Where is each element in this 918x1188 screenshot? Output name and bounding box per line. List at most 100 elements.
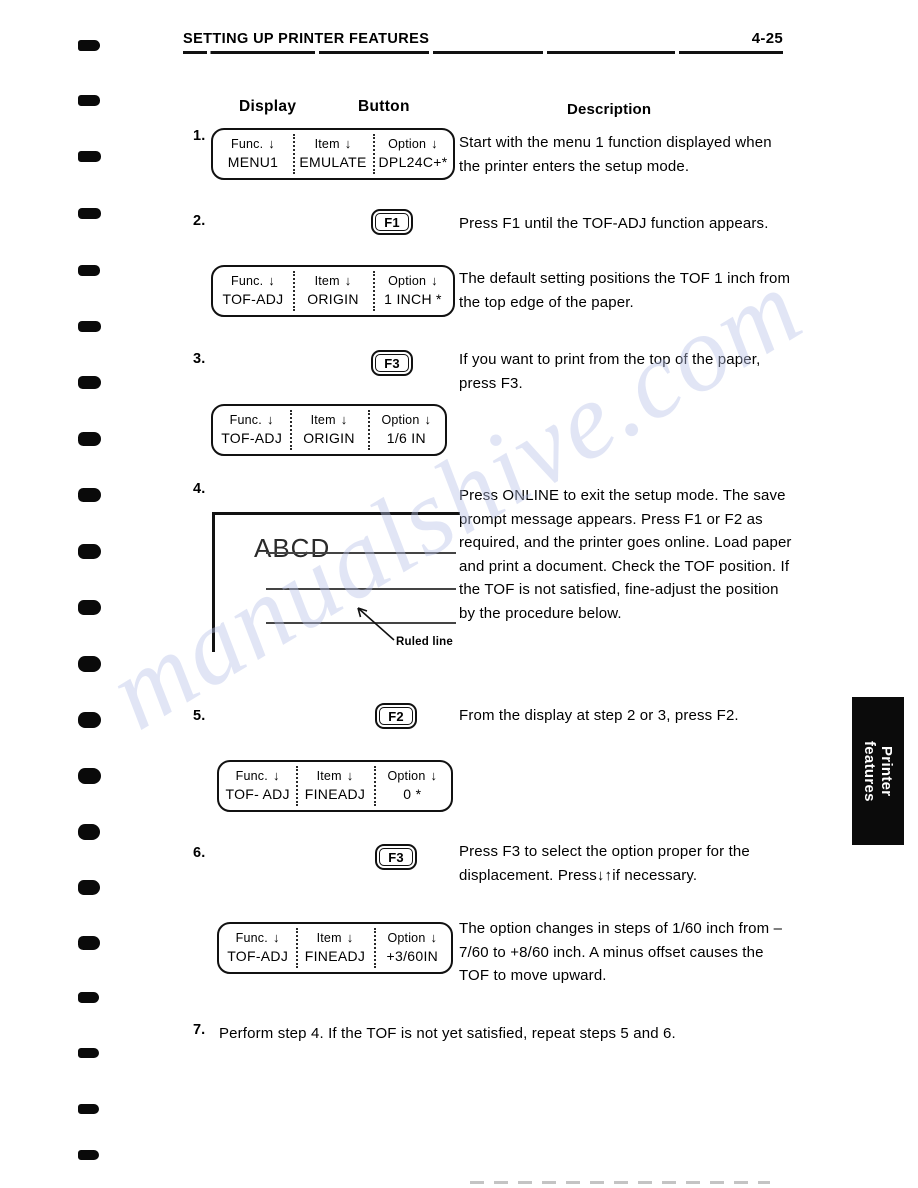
binding-hole-marks	[74, 28, 114, 1168]
lcd-display-step2: Func. ↓ TOF-ADJ Item ↓ ORIGIN Option ↓ 1…	[211, 265, 455, 317]
lcd-value-option: 1 INCH *	[384, 290, 442, 307]
step-description-7: Perform step 4. If the TOF is not yet sa…	[219, 1025, 676, 1042]
lcd-cell-item: Item ↓ FINEADJ	[296, 762, 373, 810]
lcd-label-option: Option ↓	[381, 413, 431, 427]
lcd-label-item: Item ↓	[317, 769, 354, 783]
lcd-label-func-text: Func.	[229, 412, 262, 427]
lcd-label-item-text: Item	[316, 768, 342, 783]
lcd-value-func: TOF- ADJ	[225, 785, 290, 802]
step-description-2: Press F1 until the TOF-ADJ function appe…	[459, 215, 769, 232]
column-heading-button: Button	[358, 98, 410, 115]
down-arrow-icon: ↓	[346, 767, 354, 783]
lcd-label-item: Item ↓	[315, 274, 352, 288]
down-arrow-icon: ↓	[272, 767, 280, 783]
step-description-5: From the display at step 2 or 3, press F…	[459, 707, 739, 724]
lcd-display-step3: Func. ↓ TOF-ADJ Item ↓ ORIGIN Option ↓ 1…	[211, 404, 447, 456]
down-arrow-icon: ↓	[431, 135, 438, 151]
step-number-3: 3.	[193, 351, 206, 367]
lcd-value-item: ORIGIN	[303, 429, 355, 446]
lcd-display-step1: Func. ↓ MENU1 Item ↓ EMULATE Option ↓ DP…	[211, 128, 455, 180]
lcd-label-item-text: Item	[316, 930, 342, 945]
lcd-label-item: Item ↓	[315, 137, 352, 151]
lcd-value-item: FINEADJ	[304, 785, 366, 802]
lcd-cell-func: Func. ↓ TOF-ADJ	[219, 924, 296, 972]
scanned-page: manualshive.com SETTING UP PRINTER FEATU…	[0, 0, 918, 1188]
lcd-label-option-text: Option	[388, 273, 427, 288]
lcd-label-item: Item ↓	[317, 931, 354, 945]
lcd-label-item-text: Item	[314, 273, 340, 288]
lcd-cell-func: Func. ↓ TOF- ADJ	[219, 762, 296, 810]
step-display-description-2: The default setting positions the TOF 1 …	[459, 270, 791, 311]
lcd-cell-func: Func. ↓ TOF-ADJ	[213, 267, 293, 315]
header-rule	[183, 51, 783, 54]
lcd-cell-option: Option ↓ 1/6 IN	[367, 406, 445, 454]
lcd-cell-option: Option ↓ DPL24C+*	[373, 130, 453, 178]
paper-top-edge	[212, 512, 460, 515]
section-thumb-tab: Printer features	[852, 697, 904, 845]
down-arrow-icon: ↓	[266, 411, 274, 427]
lcd-cell-item: Item ↓ ORIGIN	[293, 267, 373, 315]
button-f2[interactable]: F2	[375, 703, 417, 729]
lcd-label-option: Option ↓	[387, 931, 437, 945]
lcd-value-func: TOF-ADJ	[222, 290, 284, 307]
button-f2-label: F2	[379, 707, 413, 725]
step-number-5: 5.	[193, 708, 206, 724]
lcd-label-option-text: Option	[388, 136, 427, 151]
button-f1[interactable]: F1	[371, 209, 413, 235]
step-description-1: Start with the menu 1 function displayed…	[459, 134, 772, 175]
down-arrow-icon: ↓	[344, 272, 352, 288]
lcd-label-item-text: Item	[310, 412, 336, 427]
lcd-cell-option: Option ↓ +3/60IN	[373, 924, 451, 972]
lcd-value-item: FINEADJ	[304, 947, 366, 964]
lcd-value-option: DPL24C+*	[378, 153, 448, 170]
lcd-value-option: 0 *	[403, 785, 422, 802]
down-arrow-icon: ↓	[430, 767, 438, 783]
down-arrow-icon: ↓	[431, 272, 438, 288]
ruled-line-2	[266, 588, 456, 590]
paper-illustration: ABCD Ruled line	[208, 512, 460, 652]
button-f3-label: F3	[379, 848, 413, 866]
step-number-7: 7.	[193, 1022, 206, 1038]
lcd-label-option: Option ↓	[387, 769, 437, 783]
ruled-line-callout-label: Ruled line	[396, 636, 453, 648]
down-arrow-icon: ↓	[430, 929, 438, 945]
step-number-4: 4.	[193, 481, 206, 497]
down-arrow-icon: ↓	[346, 929, 354, 945]
lcd-label-option: Option ↓	[388, 274, 438, 288]
column-heading-display: Display	[239, 98, 297, 115]
lcd-label-func-text: Func.	[235, 768, 268, 783]
lcd-value-option: 1/6 IN	[386, 429, 426, 446]
callout-leader-line	[356, 606, 396, 642]
lcd-label-option: Option ↓	[388, 137, 438, 151]
lcd-value-item: ORIGIN	[307, 290, 359, 307]
lcd-label-func: Func. ↓	[231, 137, 275, 151]
step-display-description-6: The option changes in steps of 1/60 inch…	[459, 920, 783, 984]
step-description-3: If you want to print from the top of the…	[459, 351, 761, 392]
lcd-label-func: Func. ↓	[236, 769, 280, 783]
sample-print-text: ABCD	[254, 533, 331, 563]
lcd-label-option-text: Option	[387, 930, 426, 945]
down-arrow-icon: ↓	[268, 135, 275, 151]
button-f3-step3[interactable]: F3	[371, 350, 413, 376]
bottom-scan-remnant	[470, 1181, 770, 1184]
button-f3-label: F3	[375, 354, 409, 372]
lcd-label-func: Func. ↓	[236, 931, 280, 945]
button-f1-label: F1	[375, 213, 409, 231]
down-arrow-icon: ↓	[268, 272, 275, 288]
paper-left-edge	[212, 512, 215, 652]
down-arrow-icon: ↓	[272, 929, 280, 945]
section-thumb-tab-label: Printer features	[861, 740, 895, 802]
lcd-label-item-text: Item	[314, 136, 340, 151]
lcd-label-func: Func. ↓	[231, 274, 275, 288]
down-arrow-icon: ↓	[344, 135, 352, 151]
button-f3-step6[interactable]: F3	[375, 844, 417, 870]
lcd-cell-option: Option ↓ 0 *	[373, 762, 451, 810]
step-number-6: 6.	[193, 845, 206, 861]
lcd-display-step6: Func. ↓ TOF-ADJ Item ↓ FINEADJ Option ↓ …	[217, 922, 453, 974]
ruled-line-1	[266, 552, 456, 554]
page-header: SETTING UP PRINTER FEATURES 4-25	[183, 30, 783, 54]
lcd-cell-option: Option ↓ 1 INCH *	[373, 267, 453, 315]
step-description-4: Press ONLINE to exit the setup mode. The…	[459, 487, 792, 622]
column-heading-description: Description	[567, 101, 652, 118]
page-title: SETTING UP PRINTER FEATURES	[183, 31, 430, 47]
